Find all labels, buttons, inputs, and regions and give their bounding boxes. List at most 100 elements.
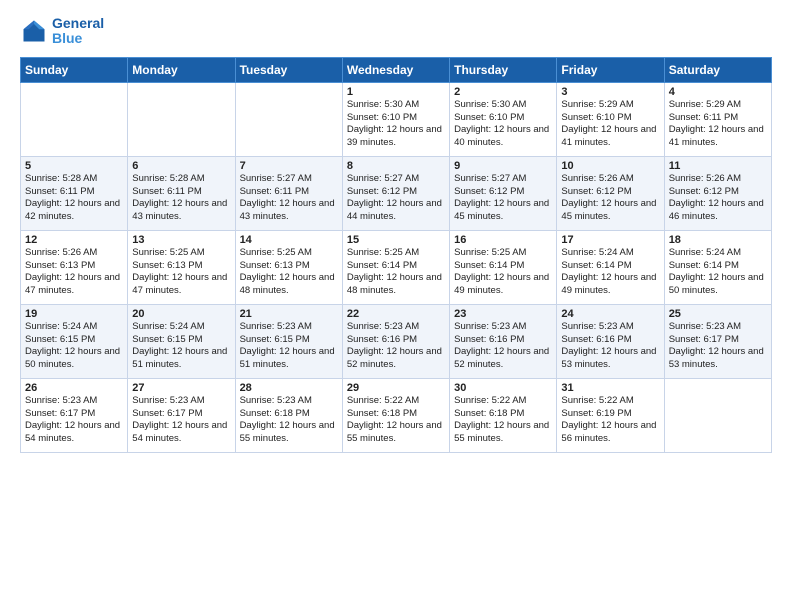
calendar-table: Sunday Monday Tuesday Wednesday Thursday… <box>20 57 772 453</box>
day-info: Sunrise: 5:23 AM Sunset: 6:15 PM Dayligh… <box>240 321 338 372</box>
day-number: 10 <box>561 160 659 172</box>
col-sunday: Sunday <box>21 57 128 82</box>
day-number: 21 <box>240 308 338 320</box>
day-info: Sunrise: 5:26 AM Sunset: 6:12 PM Dayligh… <box>561 173 659 224</box>
day-cell: 5Sunrise: 5:28 AM Sunset: 6:11 PM Daylig… <box>21 156 128 230</box>
day-cell: 18Sunrise: 5:24 AM Sunset: 6:14 PM Dayli… <box>664 230 771 304</box>
day-number: 24 <box>561 308 659 320</box>
day-cell: 20Sunrise: 5:24 AM Sunset: 6:15 PM Dayli… <box>128 304 235 378</box>
day-number: 29 <box>347 382 445 394</box>
day-info: Sunrise: 5:24 AM Sunset: 6:14 PM Dayligh… <box>561 247 659 298</box>
day-number: 25 <box>669 308 767 320</box>
day-number: 1 <box>347 86 445 98</box>
day-cell: 4Sunrise: 5:29 AM Sunset: 6:11 PM Daylig… <box>664 82 771 156</box>
day-number: 22 <box>347 308 445 320</box>
day-info: Sunrise: 5:23 AM Sunset: 6:16 PM Dayligh… <box>454 321 552 372</box>
day-number: 6 <box>132 160 230 172</box>
page: General Blue Sunday Monday Tuesday Wedne… <box>0 0 792 612</box>
day-info: Sunrise: 5:28 AM Sunset: 6:11 PM Dayligh… <box>25 173 123 224</box>
day-info: Sunrise: 5:27 AM Sunset: 6:12 PM Dayligh… <box>347 173 445 224</box>
day-number: 19 <box>25 308 123 320</box>
logo-icon <box>20 17 48 45</box>
calendar-body: 1Sunrise: 5:30 AM Sunset: 6:10 PM Daylig… <box>21 82 772 452</box>
day-cell: 19Sunrise: 5:24 AM Sunset: 6:15 PM Dayli… <box>21 304 128 378</box>
day-cell: 17Sunrise: 5:24 AM Sunset: 6:14 PM Dayli… <box>557 230 664 304</box>
day-cell: 6Sunrise: 5:28 AM Sunset: 6:11 PM Daylig… <box>128 156 235 230</box>
day-info: Sunrise: 5:27 AM Sunset: 6:12 PM Dayligh… <box>454 173 552 224</box>
day-number: 23 <box>454 308 552 320</box>
day-number: 2 <box>454 86 552 98</box>
day-cell: 25Sunrise: 5:23 AM Sunset: 6:17 PM Dayli… <box>664 304 771 378</box>
day-info: Sunrise: 5:29 AM Sunset: 6:10 PM Dayligh… <box>561 99 659 150</box>
header-row: Sunday Monday Tuesday Wednesday Thursday… <box>21 57 772 82</box>
day-number: 13 <box>132 234 230 246</box>
day-cell: 29Sunrise: 5:22 AM Sunset: 6:18 PM Dayli… <box>342 378 449 452</box>
day-info: Sunrise: 5:28 AM Sunset: 6:11 PM Dayligh… <box>132 173 230 224</box>
day-cell: 10Sunrise: 5:26 AM Sunset: 6:12 PM Dayli… <box>557 156 664 230</box>
day-info: Sunrise: 5:22 AM Sunset: 6:18 PM Dayligh… <box>347 395 445 446</box>
day-info: Sunrise: 5:23 AM Sunset: 6:18 PM Dayligh… <box>240 395 338 446</box>
day-info: Sunrise: 5:24 AM Sunset: 6:15 PM Dayligh… <box>25 321 123 372</box>
week-row-4: 19Sunrise: 5:24 AM Sunset: 6:15 PM Dayli… <box>21 304 772 378</box>
day-info: Sunrise: 5:26 AM Sunset: 6:13 PM Dayligh… <box>25 247 123 298</box>
day-cell: 12Sunrise: 5:26 AM Sunset: 6:13 PM Dayli… <box>21 230 128 304</box>
day-number: 18 <box>669 234 767 246</box>
day-info: Sunrise: 5:23 AM Sunset: 6:17 PM Dayligh… <box>25 395 123 446</box>
day-number: 17 <box>561 234 659 246</box>
day-number: 3 <box>561 86 659 98</box>
day-number: 8 <box>347 160 445 172</box>
day-info: Sunrise: 5:22 AM Sunset: 6:19 PM Dayligh… <box>561 395 659 446</box>
day-number: 27 <box>132 382 230 394</box>
day-number: 14 <box>240 234 338 246</box>
day-cell <box>664 378 771 452</box>
day-cell: 28Sunrise: 5:23 AM Sunset: 6:18 PM Dayli… <box>235 378 342 452</box>
day-info: Sunrise: 5:29 AM Sunset: 6:11 PM Dayligh… <box>669 99 767 150</box>
day-info: Sunrise: 5:23 AM Sunset: 6:16 PM Dayligh… <box>561 321 659 372</box>
day-number: 30 <box>454 382 552 394</box>
day-cell: 8Sunrise: 5:27 AM Sunset: 6:12 PM Daylig… <box>342 156 449 230</box>
day-cell: 23Sunrise: 5:23 AM Sunset: 6:16 PM Dayli… <box>450 304 557 378</box>
col-thursday: Thursday <box>450 57 557 82</box>
col-wednesday: Wednesday <box>342 57 449 82</box>
day-info: Sunrise: 5:25 AM Sunset: 6:13 PM Dayligh… <box>240 247 338 298</box>
day-number: 12 <box>25 234 123 246</box>
day-cell: 3Sunrise: 5:29 AM Sunset: 6:10 PM Daylig… <box>557 82 664 156</box>
day-cell: 14Sunrise: 5:25 AM Sunset: 6:13 PM Dayli… <box>235 230 342 304</box>
day-number: 31 <box>561 382 659 394</box>
day-number: 4 <box>669 86 767 98</box>
day-cell: 16Sunrise: 5:25 AM Sunset: 6:14 PM Dayli… <box>450 230 557 304</box>
day-info: Sunrise: 5:27 AM Sunset: 6:11 PM Dayligh… <box>240 173 338 224</box>
col-friday: Friday <box>557 57 664 82</box>
week-row-5: 26Sunrise: 5:23 AM Sunset: 6:17 PM Dayli… <box>21 378 772 452</box>
day-info: Sunrise: 5:24 AM Sunset: 6:14 PM Dayligh… <box>669 247 767 298</box>
logo-text: General Blue <box>52 16 104 47</box>
day-cell: 7Sunrise: 5:27 AM Sunset: 6:11 PM Daylig… <box>235 156 342 230</box>
day-number: 11 <box>669 160 767 172</box>
day-cell: 31Sunrise: 5:22 AM Sunset: 6:19 PM Dayli… <box>557 378 664 452</box>
col-monday: Monday <box>128 57 235 82</box>
day-cell <box>128 82 235 156</box>
day-info: Sunrise: 5:23 AM Sunset: 6:17 PM Dayligh… <box>669 321 767 372</box>
col-tuesday: Tuesday <box>235 57 342 82</box>
day-cell: 27Sunrise: 5:23 AM Sunset: 6:17 PM Dayli… <box>128 378 235 452</box>
day-cell <box>235 82 342 156</box>
day-cell: 11Sunrise: 5:26 AM Sunset: 6:12 PM Dayli… <box>664 156 771 230</box>
day-cell: 21Sunrise: 5:23 AM Sunset: 6:15 PM Dayli… <box>235 304 342 378</box>
day-info: Sunrise: 5:30 AM Sunset: 6:10 PM Dayligh… <box>347 99 445 150</box>
week-row-3: 12Sunrise: 5:26 AM Sunset: 6:13 PM Dayli… <box>21 230 772 304</box>
day-info: Sunrise: 5:25 AM Sunset: 6:14 PM Dayligh… <box>347 247 445 298</box>
day-info: Sunrise: 5:22 AM Sunset: 6:18 PM Dayligh… <box>454 395 552 446</box>
day-cell: 13Sunrise: 5:25 AM Sunset: 6:13 PM Dayli… <box>128 230 235 304</box>
day-cell: 2Sunrise: 5:30 AM Sunset: 6:10 PM Daylig… <box>450 82 557 156</box>
day-info: Sunrise: 5:25 AM Sunset: 6:13 PM Dayligh… <box>132 247 230 298</box>
day-number: 16 <box>454 234 552 246</box>
day-number: 5 <box>25 160 123 172</box>
day-number: 15 <box>347 234 445 246</box>
week-row-2: 5Sunrise: 5:28 AM Sunset: 6:11 PM Daylig… <box>21 156 772 230</box>
day-number: 9 <box>454 160 552 172</box>
day-cell: 9Sunrise: 5:27 AM Sunset: 6:12 PM Daylig… <box>450 156 557 230</box>
week-row-1: 1Sunrise: 5:30 AM Sunset: 6:10 PM Daylig… <box>21 82 772 156</box>
logo: General Blue <box>20 16 104 47</box>
day-info: Sunrise: 5:24 AM Sunset: 6:15 PM Dayligh… <box>132 321 230 372</box>
col-saturday: Saturday <box>664 57 771 82</box>
